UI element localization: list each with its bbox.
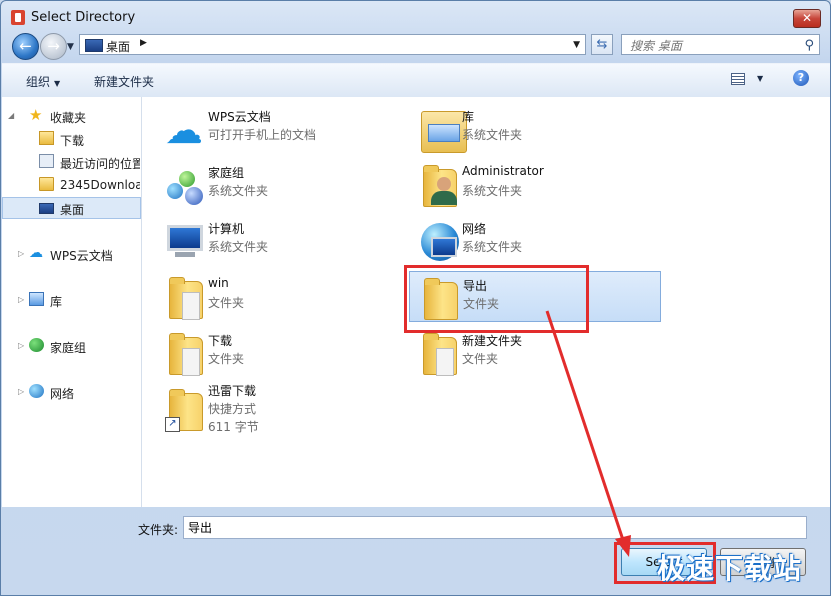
- select-directory-dialog: Select Directory ✕ ← → ▼ 桌面 ▶ ▼ ⇆ ⚲ 组织▼ …: [0, 0, 831, 596]
- annotation-arrow: [545, 310, 631, 557]
